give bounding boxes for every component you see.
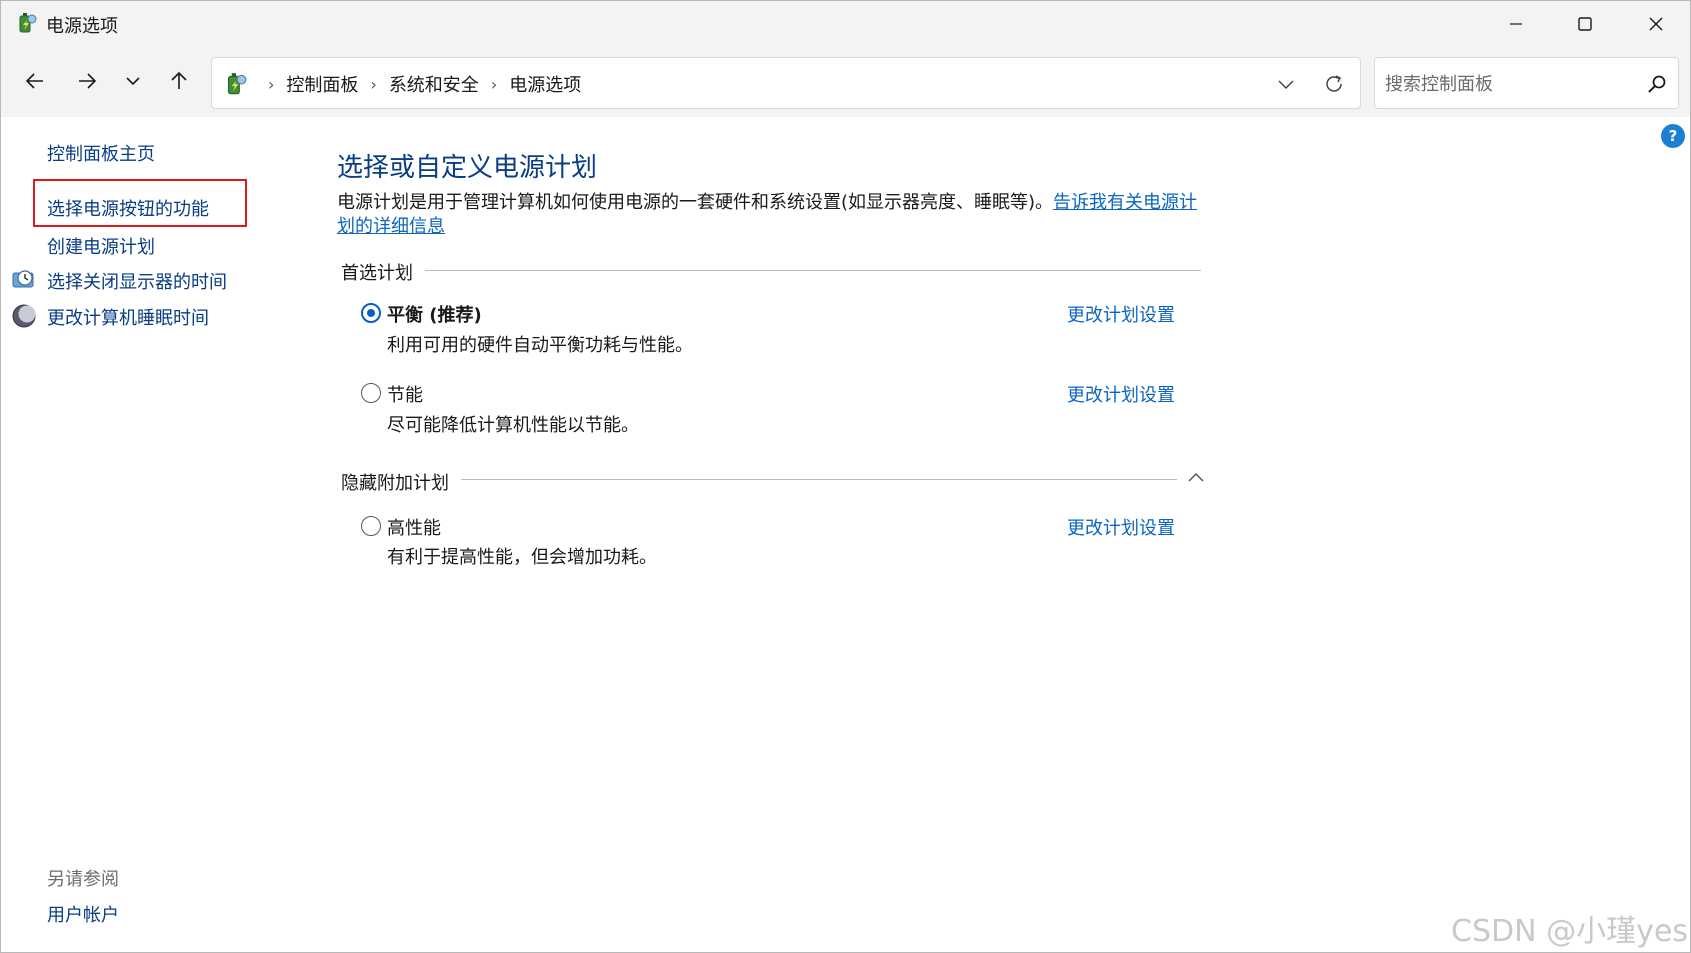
- breadcrumb-system-security[interactable]: 系统和安全: [389, 71, 479, 97]
- moon-icon: [12, 304, 36, 328]
- minimize-button[interactable]: [1481, 1, 1551, 47]
- hidden-plans-header[interactable]: 隐藏附加计划: [341, 469, 449, 495]
- divider: [425, 270, 1201, 271]
- chevron-down-icon: [126, 77, 140, 86]
- chevron-up-icon[interactable]: [1185, 467, 1207, 489]
- plan-balanced-radio[interactable]: [361, 303, 381, 323]
- plan-balanced-description: 利用可用的硬件自动平衡功耗与性能。: [387, 335, 693, 356]
- arrow-up-icon: [171, 71, 187, 89]
- plan-high-performance-radio[interactable]: [361, 516, 381, 536]
- sidebar-link-user-accounts[interactable]: 用户帐户: [47, 901, 119, 927]
- sidebar-link-sleep-time[interactable]: 更改计算机睡眠时间: [47, 304, 209, 330]
- arrow-right-icon: [79, 73, 97, 89]
- plan-balanced-change-link[interactable]: 更改计划设置: [1067, 301, 1175, 327]
- maximize-button[interactable]: [1550, 1, 1620, 47]
- address-dropdown-button[interactable]: [1272, 70, 1300, 98]
- divider: [461, 479, 1177, 480]
- refresh-button[interactable]: [1320, 70, 1348, 98]
- help-icon[interactable]: ?: [1661, 124, 1685, 148]
- sidebar-link-create-plan[interactable]: 创建电源计划: [47, 233, 155, 259]
- breadcrumb: › 控制面板 › 系统和安全 › 电源选项: [256, 71, 581, 97]
- plan-high-performance-name[interactable]: 高性能: [387, 514, 441, 540]
- breadcrumb-separator: ›: [268, 74, 275, 94]
- navigation-bar: › 控制面板 › 系统和安全 › 电源选项: [1, 47, 1690, 117]
- learn-more-link[interactable]: 告诉我有关电源计: [1053, 192, 1197, 213]
- search-box: [1374, 57, 1679, 109]
- breadcrumb-power-options[interactable]: 电源选项: [509, 71, 581, 97]
- up-button[interactable]: [159, 61, 199, 101]
- minimize-icon: [1510, 23, 1522, 25]
- sidebar-link-power-button[interactable]: 选择电源按钮的功能: [47, 195, 209, 221]
- back-button[interactable]: [15, 61, 55, 101]
- breadcrumb-separator: ›: [490, 74, 498, 94]
- title-bar: 电源选项: [1, 1, 1690, 47]
- recent-locations-button[interactable]: [113, 61, 153, 101]
- search-input[interactable]: [1385, 70, 1625, 98]
- plan-balanced-name[interactable]: 平衡 (推荐): [387, 301, 482, 327]
- power-battery-icon: [19, 13, 37, 33]
- power-options-window: 电源选项 › 控制面板 › 系统和安全 › 电源选项 搜索控制面板 ? 控制面板…: [0, 0, 1691, 953]
- plan-power-saver-radio[interactable]: [361, 383, 381, 403]
- breadcrumb-separator: ›: [370, 74, 377, 94]
- chevron-down-icon: [1278, 80, 1294, 90]
- close-icon: [1649, 17, 1663, 31]
- plan-high-performance-description: 有利于提高性能，但会增加功耗。: [387, 547, 657, 568]
- display-clock-icon: [12, 270, 34, 288]
- plan-power-saver-name[interactable]: 节能: [387, 381, 423, 407]
- plan-power-saver-description: 尽可能降低计算机性能以节能。: [387, 415, 639, 436]
- watermark: CSDN @小瑾yes: [1451, 914, 1688, 949]
- window-title: 电源选项: [46, 16, 118, 37]
- learn-more-link-continued[interactable]: 划的详细信息: [337, 216, 445, 237]
- page-description: 电源计划是用于管理计算机如何使用电源的一套硬件和系统设置(如显示器亮度、睡眠等)…: [337, 191, 1207, 239]
- arrow-left-icon: [25, 73, 43, 89]
- description-text: 电源计划是用于管理计算机如何使用电源的一套硬件和系统设置(如显示器亮度、睡眠等)…: [337, 192, 1054, 213]
- sidebar: 控制面板主页 选择电源按钮的功能 创建电源计划 选择关闭显示器的时间 更改计算机…: [1, 117, 321, 953]
- see-also-label: 另请参阅: [47, 869, 119, 890]
- address-bar[interactable]: › 控制面板 › 系统和安全 › 电源选项: [211, 57, 1361, 109]
- forward-button[interactable]: [67, 61, 107, 101]
- search-icon[interactable]: [1645, 72, 1669, 96]
- sidebar-link-display-off-time[interactable]: 选择关闭显示器的时间: [47, 268, 227, 294]
- plan-power-saver-change-link[interactable]: 更改计划设置: [1067, 381, 1175, 407]
- power-battery-icon: [227, 73, 247, 95]
- preferred-plans-header: 首选计划: [341, 263, 413, 284]
- plan-high-performance-change-link[interactable]: 更改计划设置: [1067, 514, 1175, 540]
- close-button[interactable]: [1621, 1, 1691, 47]
- maximize-icon: [1578, 17, 1592, 31]
- page-title: 选择或自定义电源计划: [337, 153, 598, 183]
- refresh-icon: [1326, 75, 1342, 92]
- sidebar-link-control-panel-home[interactable]: 控制面板主页: [47, 140, 155, 166]
- breadcrumb-control-panel[interactable]: 控制面板: [286, 71, 358, 97]
